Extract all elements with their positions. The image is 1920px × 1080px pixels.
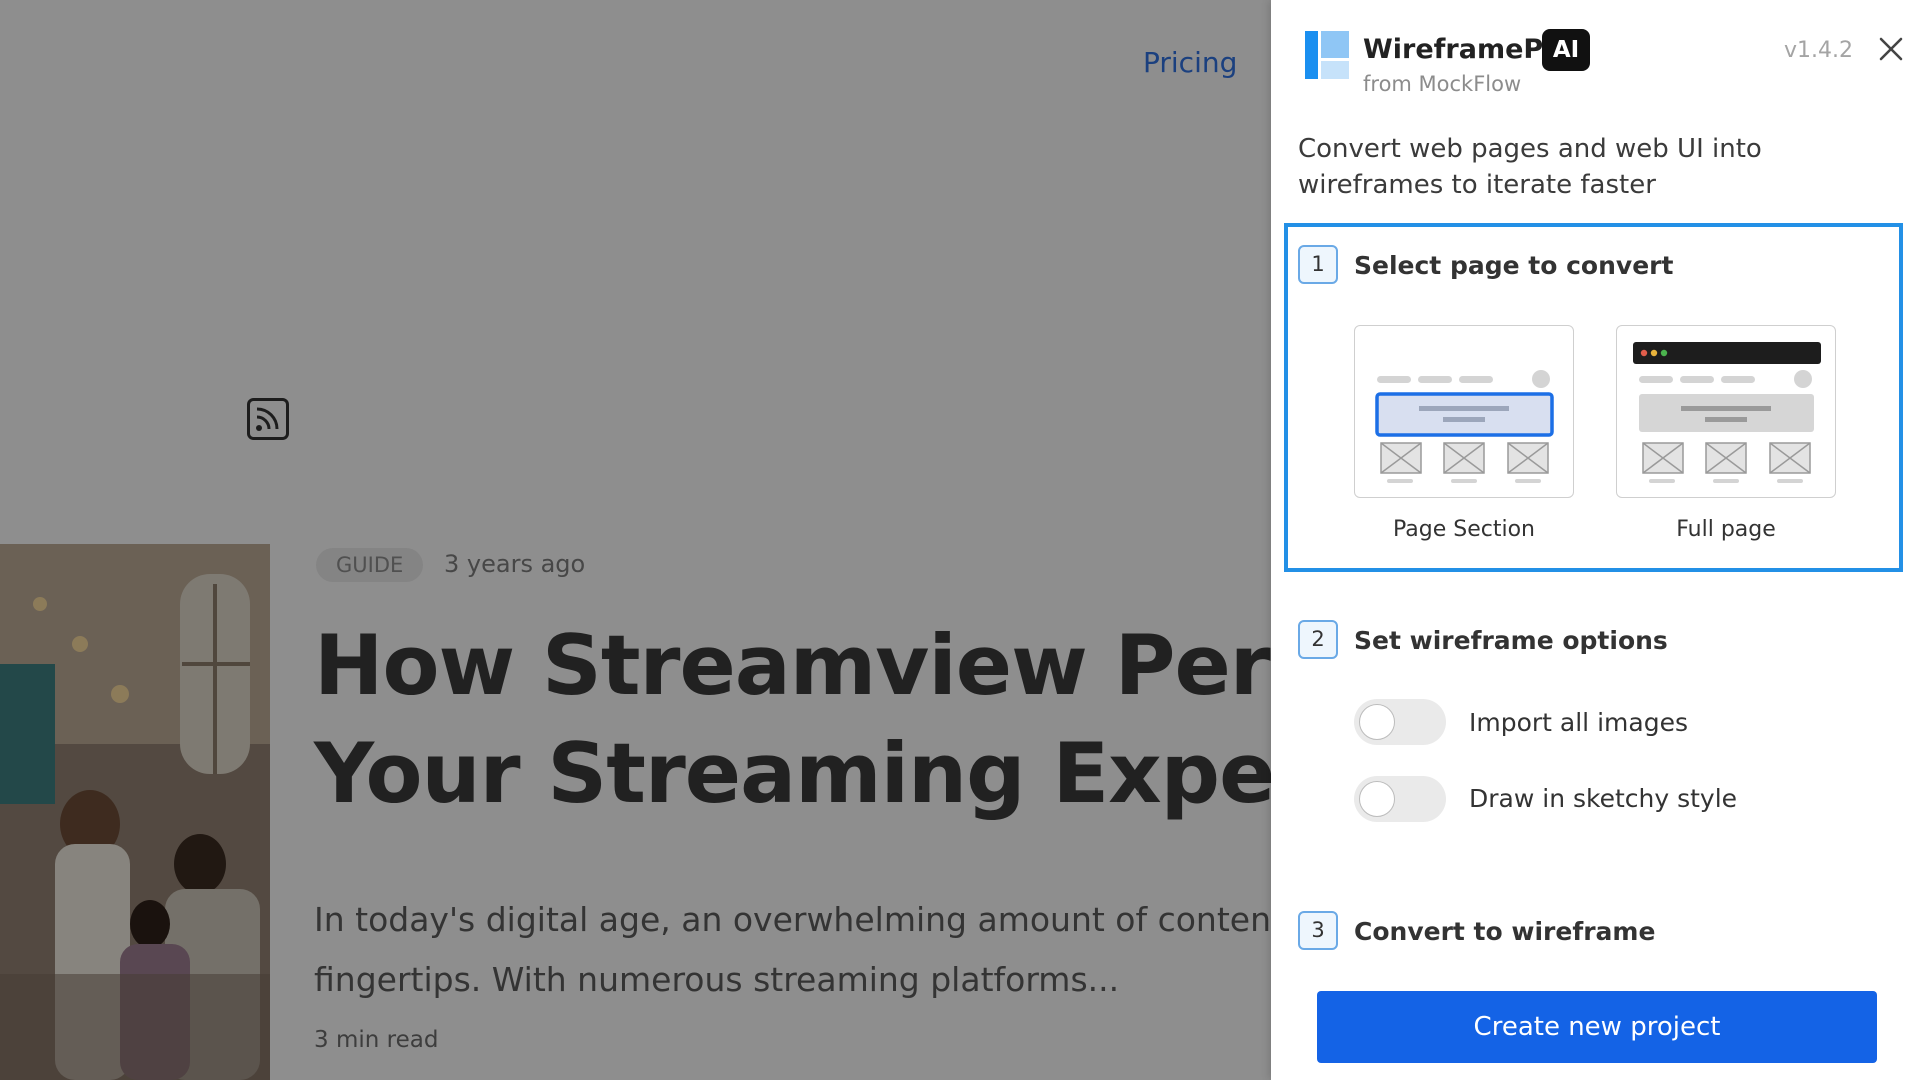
article-title-line: How Streamview Persona (314, 617, 1271, 714)
nav-pricing-link[interactable]: Pricing (1143, 46, 1237, 79)
toggle-knob (1359, 781, 1395, 817)
article-timestamp: 3 years ago (444, 550, 586, 578)
panel-description: Convert web pages and web UI into wirefr… (1298, 134, 1762, 200)
full-page-option[interactable] (1616, 325, 1836, 498)
toggle-knob (1359, 704, 1395, 740)
article-excerpt: In today's digital age, an overwhelming … (314, 890, 1271, 1010)
step3-title: Convert to wireframe (1354, 917, 1656, 946)
ai-badge: AI (1542, 29, 1590, 71)
step2-number: 2 (1298, 620, 1338, 659)
article-excerpt-line: fingertips. With numerous streaming plat… (314, 960, 1120, 999)
rss-icon[interactable] (247, 398, 289, 440)
article-read-time: 3 min read (314, 1027, 439, 1053)
background-web-page: Pricing GUIDE 3 years ago How Streamview… (0, 0, 1271, 1080)
close-icon[interactable] (1878, 36, 1904, 62)
article-title[interactable]: How Streamview Persona Your Streaming Ex… (314, 612, 1271, 828)
vendor-subtitle: from MockFlow (1363, 72, 1522, 96)
page-section-label: Page Section (1393, 517, 1535, 542)
wireframepro-logo-icon (1305, 31, 1349, 79)
article-hero-image (0, 544, 270, 1080)
article-category-tag[interactable]: GUIDE (316, 548, 424, 582)
step1-title: Select page to convert (1354, 251, 1674, 280)
full-page-label: Full page (1676, 517, 1776, 542)
create-new-project-button[interactable]: Create new project (1317, 991, 1877, 1063)
version-label: v1.4.2 (1784, 38, 1853, 63)
import-images-label: Import all images (1469, 708, 1688, 737)
article-title-line: Your Streaming Experien (314, 725, 1271, 822)
step3-number: 3 (1298, 911, 1338, 950)
wireframepro-panel: WireframePro AI from MockFlow v1.4.2 Con… (1271, 0, 1920, 1080)
sketchy-style-toggle[interactable] (1354, 776, 1446, 822)
article-excerpt-line: In today's digital age, an overwhelming … (314, 900, 1271, 939)
step1-number: 1 (1298, 245, 1338, 284)
full-page-wireframe-icon (1633, 342, 1821, 483)
import-images-toggle[interactable] (1354, 699, 1446, 745)
page-section-wireframe-icon (1375, 370, 1554, 483)
sketchy-style-label: Draw in sketchy style (1469, 784, 1738, 813)
page-section-option[interactable] (1354, 325, 1574, 498)
step2-title: Set wireframe options (1354, 626, 1668, 655)
